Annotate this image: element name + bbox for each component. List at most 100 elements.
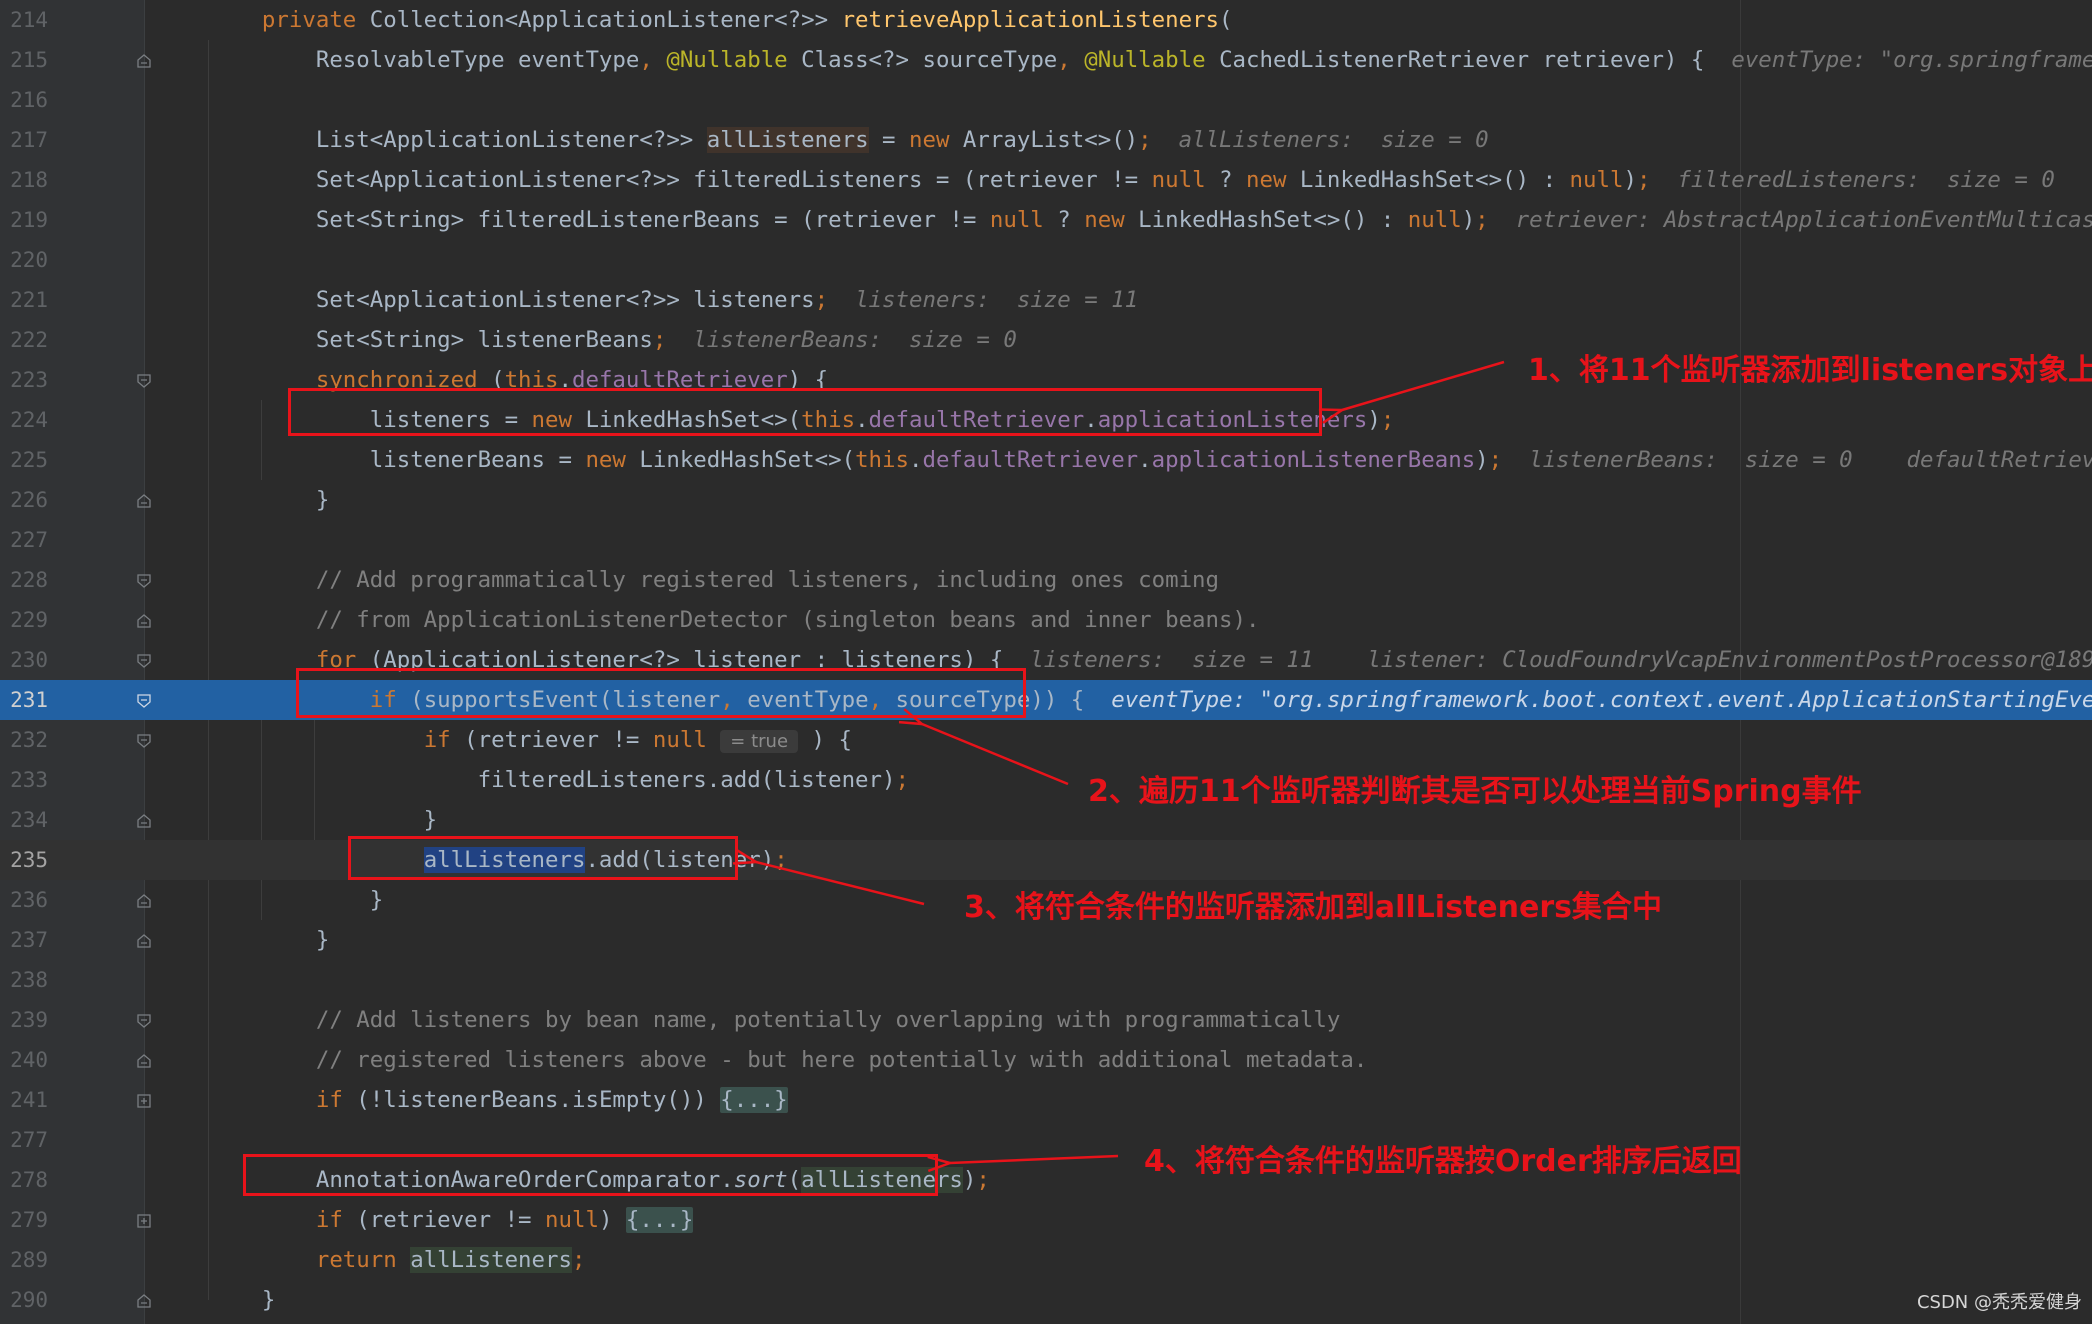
code-line[interactable]: 214 private Collection<ApplicationListen… [0,0,2092,40]
code-line[interactable]: 217 List<ApplicationListener<?>> allList… [0,120,2092,160]
code-line[interactable]: 229 // from ApplicationListenerDetector … [0,600,2092,640]
line-number[interactable]: 220 [0,240,48,280]
fold-start-icon[interactable] [136,573,152,589]
fold-start-icon[interactable] [136,653,152,669]
code-text[interactable]: if (retriever != null) {...} [208,1200,694,1240]
fold-end-icon[interactable] [136,613,152,629]
code-line[interactable]: 220 [0,240,2092,280]
code-line[interactable]: 216 [0,80,2092,120]
code-text[interactable]: } [208,880,384,920]
line-number[interactable]: 237 [0,920,48,960]
line-number[interactable]: 223 [0,360,48,400]
code-line[interactable]: 228 // Add programmatically registered l… [0,560,2092,600]
line-number[interactable]: 214 [0,0,48,40]
line-number[interactable]: 229 [0,600,48,640]
code-text[interactable]: } [208,800,438,840]
code-text[interactable]: } [208,920,330,960]
code-text[interactable]: } [208,480,330,520]
fold-end-icon[interactable] [136,1053,152,1069]
line-number[interactable]: 216 [0,80,48,120]
line-number[interactable]: 215 [0,40,48,80]
line-number[interactable]: 224 [0,400,48,440]
code-line[interactable]: 225 listenerBeans = new LinkedHashSet<>(… [0,440,2092,480]
code-line[interactable]: 226 } [0,480,2092,520]
line-number[interactable]: 236 [0,880,48,920]
code-editor[interactable]: 214 private Collection<ApplicationListen… [0,0,2092,1324]
code-line[interactable]: 232 if (retriever != null = true ) { [0,720,2092,760]
line-number[interactable]: 240 [0,1040,48,1080]
code-text[interactable]: Set<String> listenerBeans; listenerBeans… [208,320,1017,360]
code-text[interactable]: List<ApplicationListener<?>> allListener… [208,120,1489,160]
fold-end-icon[interactable] [136,493,152,509]
code-text[interactable]: filteredListeners.add(listener); [208,760,909,800]
line-number[interactable]: 234 [0,800,48,840]
line-number[interactable]: 219 [0,200,48,240]
line-number[interactable]: 230 [0,640,48,680]
code-line[interactable]: 279 if (retriever != null) {...} [0,1200,2092,1240]
code-text[interactable]: // from ApplicationListenerDetector (sin… [208,600,1260,640]
fold-end-icon[interactable] [136,1293,152,1309]
fold-start-icon[interactable] [136,1013,152,1029]
line-number[interactable]: 222 [0,320,48,360]
line-number[interactable]: 238 [0,960,48,1000]
code-text[interactable]: } [208,1280,276,1320]
code-text[interactable]: if (!listenerBeans.isEmpty()) {...} [208,1080,788,1120]
line-number[interactable]: 228 [0,560,48,600]
line-number[interactable]: 235 [0,840,48,880]
fold-expand-icon[interactable] [136,1213,152,1229]
code-text[interactable]: // Add programmatically registered liste… [208,560,1219,600]
code-text[interactable]: private Collection<ApplicationListener<?… [208,0,1233,40]
debug-inline-value: listenerBeans: size = 0 defaultRetriever… [1529,447,2092,473]
fold-end-icon[interactable] [136,933,152,949]
code-line[interactable]: 237 } [0,920,2092,960]
fold-end-icon[interactable] [136,53,152,69]
code-text[interactable]: listenerBeans = new LinkedHashSet<>(this… [208,440,2092,480]
line-number[interactable]: 277 [0,1120,48,1160]
code-line[interactable]: 240 // registered listeners above - but … [0,1040,2092,1080]
code-line[interactable]: 235 allListeners.add(listener); [0,840,2092,880]
line-number[interactable]: 218 [0,160,48,200]
line-number[interactable]: 225 [0,440,48,480]
code-text[interactable]: return allListeners; [208,1240,585,1280]
code-line[interactable]: 218 Set<ApplicationListener<?>> filtered… [0,160,2092,200]
line-number[interactable]: 226 [0,480,48,520]
code-text[interactable]: // Add listeners by bean name, potential… [208,1000,1341,1040]
code-text[interactable]: Set<ApplicationListener<?>> listeners; l… [208,280,1138,320]
code-text[interactable]: // registered listeners above - but here… [208,1040,1367,1080]
line-number[interactable]: 241 [0,1080,48,1120]
annotation-step-3: 3、将符合条件的监听器添加到allListeners集合中 [964,890,1662,925]
fold-start-icon[interactable] [136,733,152,749]
code-text[interactable]: if (retriever != null = true ) { [208,720,852,760]
line-number[interactable]: 239 [0,1000,48,1040]
code-line[interactable]: 227 [0,520,2092,560]
fold-expand-icon[interactable] [136,1093,152,1109]
code-line[interactable]: 241 if (!listenerBeans.isEmpty()) {...} [0,1080,2092,1120]
code-line[interactable]: 289 return allListeners; [0,1240,2092,1280]
fold-start-icon[interactable] [136,693,152,709]
line-number[interactable]: 278 [0,1160,48,1200]
code-line[interactable]: 219 Set<String> filteredListenerBeans = … [0,200,2092,240]
code-line[interactable]: 238 [0,960,2092,1000]
line-number[interactable]: 289 [0,1240,48,1280]
code-text[interactable]: Set<String> filteredListenerBeans = (ret… [208,200,2092,240]
code-token: CachedListenerRetriever retriever) { [1219,47,1705,73]
line-number[interactable]: 232 [0,720,48,760]
code-text[interactable]: Set<ApplicationListener<?>> filteredList… [208,160,2055,200]
code-line[interactable]: 221 Set<ApplicationListener<?>> listener… [0,280,2092,320]
code-text[interactable]: ResolvableType eventType, @Nullable Clas… [208,40,2092,80]
line-number[interactable]: 279 [0,1200,48,1240]
code-line[interactable]: 290 } [0,1280,2092,1320]
line-number[interactable]: 217 [0,120,48,160]
fold-end-icon[interactable] [136,893,152,909]
line-number[interactable]: 221 [0,280,48,320]
line-number[interactable]: 233 [0,760,48,800]
fold-end-icon[interactable] [136,813,152,829]
code-token: . [1138,447,1152,473]
fold-start-icon[interactable] [136,373,152,389]
line-number[interactable]: 290 [0,1280,48,1320]
code-line[interactable]: 239 // Add listeners by bean name, poten… [0,1000,2092,1040]
code-line[interactable]: 215 ResolvableType eventType, @Nullable … [0,40,2092,80]
line-number[interactable]: 231 [0,680,48,720]
line-number[interactable]: 227 [0,520,48,560]
